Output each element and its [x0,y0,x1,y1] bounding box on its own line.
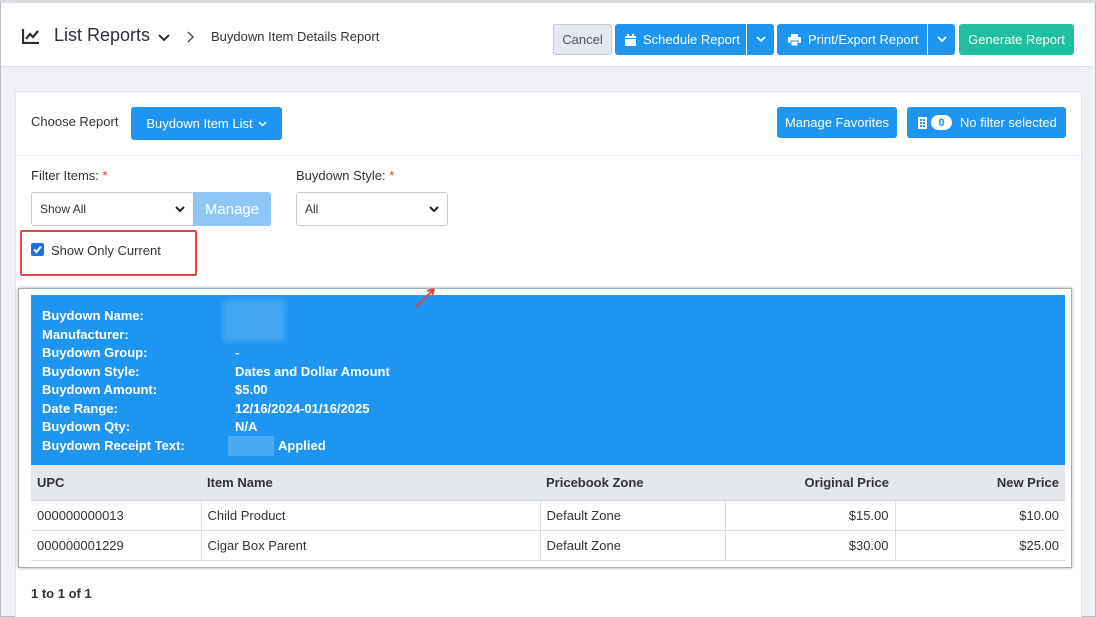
chevron-right-icon [187,31,194,43]
calendar-icon [625,33,636,46]
filter-status-label: No filter selected [960,115,1057,130]
column-header-item-name[interactable]: Item Name [201,465,540,501]
column-header-upc[interactable]: UPC [31,465,201,501]
info-label: Buydown Qty: [42,419,131,434]
info-value: N/A [235,419,258,434]
print-export-dropdown-button[interactable] [928,24,955,55]
show-only-current-label[interactable]: Show Only Current [51,243,161,258]
buydown-style-value: All [305,202,319,216]
cell-original-price: $30.00 [725,530,896,561]
info-label: Manufacturer: [42,327,129,342]
table-header-row: UPC Item Name Pricebook Zone Original Pr… [31,465,1065,501]
info-value: 12/16/2024-01/16/2025 [235,401,370,416]
column-header-pricebook-zone[interactable]: Pricebook Zone [540,465,725,501]
cell-original-price: $15.00 [725,500,896,531]
column-header-new-price[interactable]: New Price [895,465,1065,501]
chevron-down-icon [755,36,766,43]
section-divider [16,155,1081,156]
chart-line-icon [22,29,39,44]
required-mark: * [389,168,395,183]
cell-new-price: $10.00 [895,500,1065,531]
schedule-report-label: Schedule Report [643,32,740,47]
generate-report-label: Generate Report [968,32,1065,47]
cell-upc: 000000001229 [31,530,202,561]
info-label: Buydown Name: [42,308,144,323]
buydown-info-header [31,295,1065,465]
checkmark-icon [33,245,42,254]
cancel-button[interactable]: Cancel [553,24,612,55]
print-export-label: Print/Export Report [808,32,919,47]
info-value: Applied [278,438,326,453]
filter-items-select[interactable]: Show All [31,192,194,226]
info-value: $5.00 [235,382,268,397]
filter-items-label: Filter Items: * [31,168,108,183]
manage-label: Manage [204,200,260,218]
print-export-button[interactable]: Print/Export Report [777,24,927,55]
cell-item-name: Child Product [201,500,541,531]
chevron-down-icon [936,36,947,43]
chevron-down-icon [429,206,439,213]
info-label: Buydown Amount: [42,382,158,397]
buydown-style-label-text: Buydown Style: [296,168,386,183]
generate-report-button[interactable]: Generate Report [959,24,1074,55]
table-row: 000000000013 Child Product Default Zone … [31,500,1065,531]
page-title[interactable]: List Reports [54,25,150,46]
schedule-report-button[interactable]: Schedule Report [615,24,746,55]
printer-icon [788,33,801,46]
cell-item-name: Cigar Box Parent [201,530,541,561]
filter-count-badge: 0 [931,115,952,130]
choose-report-value: Buydown Item List [146,116,253,131]
chevron-down-icon [258,120,267,127]
filter-items-value: Show All [40,202,87,216]
breadcrumb: Buydown Item Details Report [211,29,380,44]
redacted-block [223,300,285,342]
cell-pricebook-zone: Default Zone [540,530,726,561]
cell-pricebook-zone: Default Zone [540,500,726,531]
info-value: Dates and Dollar Amount [235,364,390,379]
buydown-style-select[interactable]: All [296,192,448,226]
column-header-original-price[interactable]: Original Price [725,465,895,501]
choose-report-label: Choose Report [31,114,119,129]
info-label: Buydown Style: [42,364,140,379]
table-row: 000000001229 Cigar Box Parent Default Zo… [31,530,1065,561]
redacted-block [228,436,274,456]
filter-list-icon [918,116,927,129]
choose-report-dropdown[interactable]: Buydown Item List [131,107,282,140]
info-value: - [235,345,240,360]
cancel-label: Cancel [562,32,603,47]
show-only-current-checkbox[interactable] [31,243,44,256]
buydown-style-label: Buydown Style: * [296,168,394,183]
manage-favorites-label: Manage Favorites [784,115,890,130]
annotation-arrow-icon [415,288,435,308]
cell-new-price: $25.00 [895,530,1065,561]
info-label: Date Range: [42,401,118,416]
filter-items-label-text: Filter Items: [31,168,99,183]
required-mark: * [102,168,108,183]
manage-button[interactable]: Manage [193,192,271,226]
pagination-summary: 1 to 1 of 1 [31,586,92,601]
report-table: UPC Item Name Pricebook Zone Original Pr… [31,465,1065,561]
schedule-dropdown-button[interactable] [747,24,774,55]
chevron-down-icon[interactable] [158,34,170,42]
cell-upc: 000000000013 [31,500,202,531]
info-label: Buydown Receipt Text: [42,438,185,453]
info-label: Buydown Group: [42,345,148,360]
manage-favorites-button[interactable]: Manage Favorites [777,107,897,138]
filter-selection-button[interactable]: 0 No filter selected [907,107,1066,138]
chevron-down-icon [175,206,185,213]
